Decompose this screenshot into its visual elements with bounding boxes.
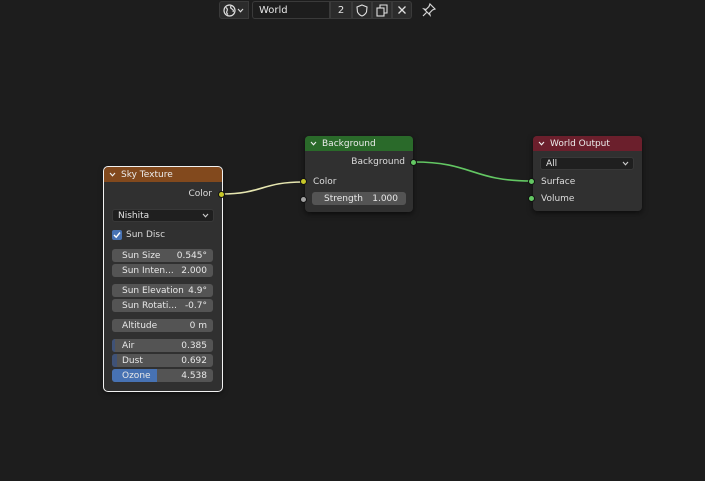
strength-field[interactable]: Strength 1.000: [312, 192, 406, 205]
field-value: 4.538: [181, 370, 207, 381]
field-label: Air: [122, 340, 135, 351]
field-label: Sun Inten...: [122, 265, 174, 276]
strength-input-socket[interactable]: [300, 196, 307, 203]
target-dropdown[interactable]: All: [540, 157, 634, 170]
surface-input-socket[interactable]: [528, 178, 535, 185]
air-slider[interactable]: Air 0.385: [112, 339, 213, 352]
field-label: Strength: [324, 193, 363, 204]
world-output-node[interactable]: World Output All Surface Volume: [533, 136, 642, 211]
sun-rotation-field[interactable]: Sun Rotati... -0.7°: [112, 299, 213, 312]
field-value: 4.9°: [188, 285, 207, 296]
sun-disc-checkbox[interactable]: [112, 230, 122, 240]
sun-size-field[interactable]: Sun Size 0.545°: [112, 249, 213, 262]
node-header[interactable]: World Output: [533, 136, 642, 151]
background-output-label: Background: [351, 157, 405, 167]
chevron-down-icon[interactable]: [310, 140, 317, 147]
background-node[interactable]: Background Background Color Strength 1.0…: [305, 136, 413, 212]
field-value: 0.692: [181, 355, 207, 366]
slider-fill: [112, 354, 117, 367]
altitude-field[interactable]: Altitude 0 m: [112, 319, 213, 332]
sun-elevation-field[interactable]: Sun Elevation 4.9°: [112, 284, 213, 297]
field-value: 2.000: [181, 265, 207, 276]
color-input-socket[interactable]: [300, 178, 307, 185]
field-label: Ozone: [122, 370, 151, 381]
chevron-down-icon[interactable]: [109, 171, 116, 178]
node-title: World Output: [550, 138, 610, 149]
volume-input-socket[interactable]: [528, 195, 535, 202]
link-background-to-output: [413, 161, 532, 182]
chevron-down-icon: [622, 161, 629, 166]
node-header[interactable]: Sky Texture: [104, 167, 222, 182]
background-output-socket[interactable]: [410, 159, 417, 166]
check-icon: [113, 232, 121, 239]
field-label: Dust: [122, 355, 143, 366]
ozone-slider[interactable]: Ozone 4.538: [112, 369, 213, 382]
color-input-label: Color: [313, 177, 337, 187]
target-value: All: [546, 158, 558, 169]
slider-fill: [112, 339, 115, 352]
chevron-down-icon[interactable]: [538, 140, 545, 147]
sun-intensity-field[interactable]: Sun Inten... 2.000: [112, 264, 213, 277]
link-sky-to-background: [221, 181, 304, 195]
field-label: Sun Size: [122, 250, 161, 261]
node-header[interactable]: Background: [305, 136, 413, 151]
sky-type-value: Nishita: [118, 210, 150, 221]
field-value: 0.545°: [176, 250, 207, 261]
sky-type-dropdown[interactable]: Nishita: [112, 209, 214, 222]
field-label: Sun Elevation: [122, 285, 184, 296]
dust-slider[interactable]: Dust 0.692: [112, 354, 213, 367]
field-label: Sun Rotati...: [122, 300, 177, 311]
field-value: 0.385: [181, 340, 207, 351]
field-value: 1.000: [372, 193, 398, 204]
volume-input-label: Volume: [541, 194, 575, 204]
sky-texture-node[interactable]: Sky Texture Color Nishita Sun Disc Sun S…: [103, 166, 223, 392]
sun-disc-label: Sun Disc: [126, 230, 166, 240]
field-value: -0.7°: [184, 300, 207, 311]
node-title: Background: [322, 138, 376, 149]
chevron-down-icon: [202, 213, 209, 218]
surface-input-label: Surface: [541, 177, 576, 187]
node-title: Sky Texture: [121, 169, 173, 180]
sky-color-output-socket[interactable]: [218, 191, 225, 198]
output-color-label: Color: [188, 189, 213, 199]
field-value: 0 m: [189, 320, 207, 331]
field-label: Altitude: [122, 320, 158, 331]
